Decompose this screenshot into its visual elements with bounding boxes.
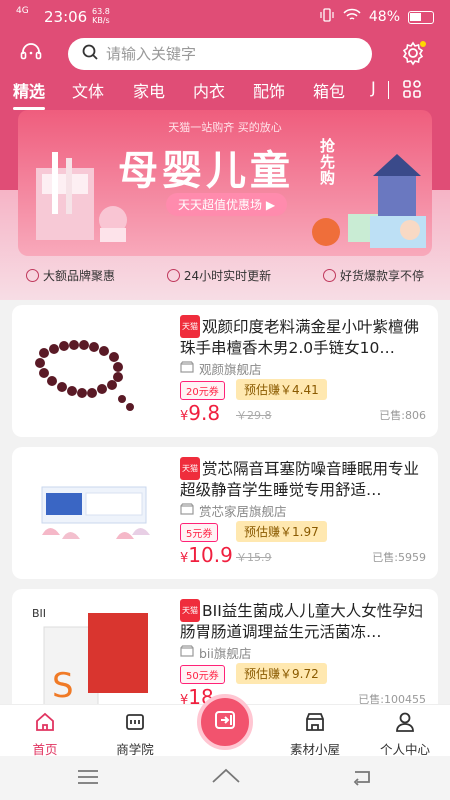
price-value: 10.9 — [188, 543, 233, 567]
banner-side-text: 抢先购 — [320, 137, 336, 187]
banner-subtitle: 天猫一站购齐 买的放心 — [168, 121, 282, 134]
nav-academy[interactable]: 商学院 — [95, 711, 175, 758]
tab-bags[interactable]: 箱包 — [313, 78, 345, 102]
clock-icon — [166, 268, 180, 282]
product-title: 天猫 赏芯隔音耳塞防噪音睡眠用专业超级静音学生睡觉专用舒适… — [180, 457, 432, 499]
speed-value: 63.8 — [92, 7, 110, 16]
banner-headline: 母婴儿童 — [118, 148, 294, 194]
battery-percent: 48% — [368, 9, 400, 25]
system-nav-bar — [0, 756, 450, 800]
coupon-badge: 20元券 — [180, 381, 225, 400]
product-shop[interactable]: bii旗舰店 — [180, 643, 251, 662]
product-title-text: 赏芯隔音耳塞防噪音睡眠用专业超级静音学生睡觉专用舒适… — [180, 460, 420, 499]
product-title-text: 观颜印度老料满金星小叶紫檀佛珠手串檀香木男2.0手链女10… — [180, 318, 420, 357]
banner-pill: 天天超值优惠场 ▶ — [166, 193, 288, 216]
store-icon — [304, 713, 326, 736]
feature-text: 24小时实时更新 — [183, 268, 272, 283]
vibrate-icon — [319, 7, 335, 27]
shop-name: 赏芯家居旗舰店 — [199, 504, 287, 519]
settings-icon[interactable] — [398, 38, 428, 68]
back-icon[interactable] — [351, 768, 373, 790]
tab-accessories[interactable]: 配饰 — [253, 78, 285, 102]
earn-badge: 预估赚￥1.97 — [236, 521, 327, 542]
search-bar[interactable] — [68, 38, 372, 70]
r-badge-icon — [25, 268, 39, 282]
nav-home[interactable]: 首页 — [5, 711, 85, 758]
app-root: 4G 23:06 63.8KB/s 48% 精选 文体 — [0, 0, 450, 800]
header — [0, 36, 450, 72]
svg-text:S: S — [52, 666, 74, 706]
product-title-text: BII益生菌成人儿童大人女性孕妇肠胃肠道调理益生元活菌冻… — [180, 602, 424, 641]
svg-text:BII: BII — [32, 607, 46, 620]
product-shop[interactable]: 观颜旗舰店 — [180, 359, 262, 378]
nav-profile[interactable]: 个人中心 — [365, 711, 445, 758]
battery-icon — [408, 10, 434, 24]
sold-count: 已售:5959 — [372, 551, 426, 564]
search-icon — [82, 44, 98, 64]
feature-item: 好货爆款享不停 — [323, 267, 424, 284]
promo-banner[interactable]: 天猫一站购齐 买的放心 母婴儿童 抢先购 天天超值优惠场 ▶ — [18, 110, 432, 256]
product-price: ¥10.9 — [180, 543, 233, 567]
search-input[interactable] — [106, 45, 336, 63]
feature-strip: 大额品牌聚惠 24小时实时更新 好货爆款享不停 — [0, 262, 450, 288]
nav-material-house[interactable]: 素材小屋 — [275, 711, 355, 758]
grid-menu-icon[interactable] — [402, 79, 422, 103]
product-image — [35, 340, 134, 411]
product-shop[interactable]: 赏芯家居旗舰店 — [180, 501, 287, 520]
product-image: BII S — [32, 607, 148, 708]
earn-badge: 预估赚￥4.41 — [236, 379, 327, 400]
shop-icon — [180, 645, 194, 660]
customer-service-icon[interactable] — [16, 38, 46, 68]
home-icon — [34, 712, 56, 736]
earn-badge: 预估赚￥9.72 — [236, 663, 327, 684]
status-bar: 4G 23:06 63.8 KB/s 48% — [0, 0, 450, 34]
tab-appliances[interactable]: 家电 — [133, 78, 165, 102]
status-right: 48% — [319, 7, 434, 27]
feature-text: 好货爆款享不停 — [340, 268, 425, 283]
original-price: ￥29.8 — [236, 409, 272, 422]
feature-text: 大额品牌聚惠 — [42, 268, 115, 283]
tmall-badge: 天猫 — [180, 599, 200, 622]
shop-icon — [180, 503, 194, 518]
product-card[interactable]: 天猫 观颜印度老料满金星小叶紫檀佛珠手串檀香木男2.0手链女10… 观颜旗舰店 2… — [12, 305, 438, 437]
signal-indicator: 4G — [16, 6, 29, 16]
shop-icon — [180, 361, 194, 376]
tab-featured[interactable]: 精选 — [13, 78, 46, 110]
product-price: ¥9.8 — [180, 401, 220, 425]
coupon-badge: 5元券 — [180, 523, 219, 542]
diamond-icon — [323, 268, 337, 282]
user-icon — [394, 712, 416, 736]
category-tabs: 精选 文体 家电 内衣 配饰 箱包 J — [0, 78, 450, 110]
tab-underwear[interactable]: 内衣 — [193, 78, 225, 102]
product-image — [41, 486, 150, 539]
tab-more-partial[interactable]: J — [371, 78, 376, 97]
feature-item: 24小时实时更新 — [166, 267, 272, 284]
product-title: 天猫 观颜印度老料满金星小叶紫檀佛珠手串檀香木男2.0手链女10… — [180, 315, 432, 357]
tmall-badge: 天猫 — [180, 315, 200, 338]
wifi-icon — [343, 8, 361, 26]
academy-icon — [124, 714, 146, 736]
tabs-divider — [388, 81, 389, 99]
menu-icon[interactable] — [77, 769, 99, 789]
tmall-badge: 天猫 — [180, 457, 200, 480]
product-title: 天猫 BII益生菌成人儿童大人女性孕妇肠胃肠道调理益生元活菌冻… — [180, 599, 432, 641]
sold-count: 已售:806 — [379, 409, 426, 422]
banner-pill-text: 天天超值优惠场 — [178, 198, 263, 212]
home-system-icon[interactable] — [211, 767, 241, 789]
feature-item: 大额品牌聚惠 — [25, 267, 115, 284]
price-value: 9.8 — [188, 401, 221, 425]
enter-icon — [212, 707, 238, 737]
coupon-badge: 50元券 — [180, 665, 225, 684]
network-speed: 63.8 KB/s — [92, 7, 110, 25]
shop-name: 观颜旗舰店 — [199, 362, 262, 377]
speed-unit: KB/s — [92, 16, 110, 25]
original-price: ￥15.9 — [236, 551, 272, 564]
center-action-button[interactable] — [197, 694, 253, 750]
product-card[interactable]: 天猫 赏芯隔音耳塞防噪音睡眠用专业超级静音学生睡觉专用舒适… 赏芯家居旗舰店 5元… — [12, 447, 438, 579]
shop-name: bii旗舰店 — [199, 646, 252, 661]
status-time: 23:06 — [44, 8, 88, 26]
tab-stationery-sports[interactable]: 文体 — [72, 78, 104, 102]
